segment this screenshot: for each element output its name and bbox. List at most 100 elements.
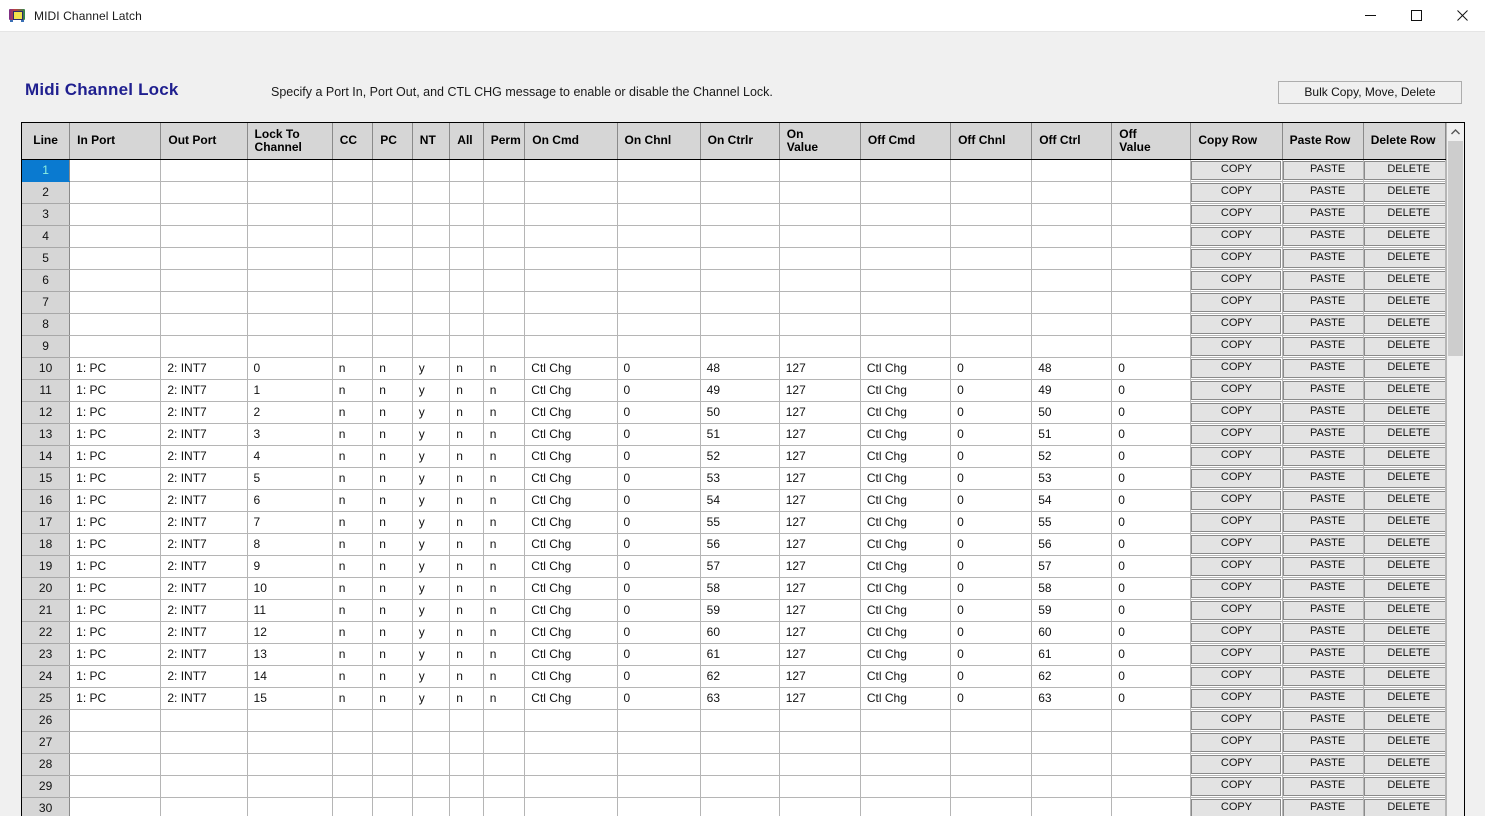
cell-out-port[interactable] <box>160 313 248 336</box>
cell-off-chnl[interactable]: 0 <box>950 643 1033 666</box>
cell-nt[interactable]: y <box>412 467 451 490</box>
cell-pc[interactable] <box>372 159 413 182</box>
cell-cc[interactable]: n <box>332 511 374 534</box>
cell-off-value[interactable]: 0 <box>1111 379 1192 402</box>
cell-perm[interactable]: n <box>483 401 526 424</box>
cell-off-chnl[interactable] <box>950 797 1033 816</box>
cell-on-ctrlr[interactable] <box>700 775 780 798</box>
scrollbar-thumb[interactable] <box>1448 141 1463 356</box>
cell-on-value[interactable]: 127 <box>779 599 861 622</box>
table-row[interactable]: 2 COPY PASTE DELETE <box>22 181 1446 204</box>
cell-on-value[interactable]: 127 <box>779 665 861 688</box>
row-header-line[interactable]: 28 <box>22 753 71 776</box>
cell-all[interactable]: n <box>449 489 484 512</box>
cell-perm[interactable]: n <box>483 357 526 380</box>
table-row[interactable]: 26 COPY PASTE DELETE <box>22 709 1446 732</box>
cell-on-cmd[interactable] <box>524 775 618 798</box>
paste-row-button[interactable]: PASTE <box>1282 160 1363 180</box>
cell-off-cmd[interactable]: Ctl Chg <box>860 357 952 380</box>
cell-off-chnl[interactable] <box>950 709 1033 732</box>
cell-perm[interactable]: n <box>483 621 526 644</box>
cell-nt[interactable]: y <box>412 379 451 402</box>
cell-off-ctrl[interactable] <box>1031 247 1113 270</box>
cell-perm[interactable] <box>483 731 526 754</box>
copy-row-button[interactable]: COPY <box>1191 380 1282 400</box>
cell-on-ctrlr[interactable]: 57 <box>700 555 780 578</box>
copy-row-button[interactable]: COPY <box>1191 182 1282 202</box>
cell-pc[interactable]: n <box>372 401 413 424</box>
cell-off-chnl[interactable]: 0 <box>950 467 1033 490</box>
cell-nt[interactable]: y <box>412 621 451 644</box>
cell-all[interactable]: n <box>449 445 484 468</box>
cell-cc[interactable]: n <box>332 643 374 666</box>
cell-all[interactable]: n <box>449 379 484 402</box>
delete-row-button[interactable]: DELETE <box>1363 226 1445 246</box>
cell-out-port[interactable] <box>160 269 248 292</box>
table-row[interactable]: 20 1: PC 2: INT7 10 n n y n n Ctl Chg 0 58 127 Ctl Ch… <box>22 577 1446 600</box>
cell-perm[interactable] <box>483 335 526 358</box>
column-header-lock-to-channel[interactable]: Lock To Channel <box>247 123 333 160</box>
cell-off-chnl[interactable] <box>950 313 1033 336</box>
cell-pc[interactable]: n <box>372 599 413 622</box>
cell-perm[interactable]: n <box>483 555 526 578</box>
cell-nt[interactable]: y <box>412 599 451 622</box>
cell-lock-to-channel[interactable] <box>247 203 333 226</box>
cell-nt[interactable]: y <box>412 555 451 578</box>
cell-out-port[interactable]: 2: INT7 <box>160 423 248 446</box>
cell-on-cmd[interactable]: Ctl Chg <box>524 379 618 402</box>
cell-off-chnl[interactable] <box>950 731 1033 754</box>
cell-off-ctrl[interactable]: 63 <box>1031 687 1113 710</box>
cell-off-ctrl[interactable]: 58 <box>1031 577 1113 600</box>
cell-perm[interactable]: n <box>483 511 526 534</box>
cell-on-value[interactable] <box>779 247 861 270</box>
cell-on-cmd[interactable]: Ctl Chg <box>524 687 618 710</box>
cell-on-cmd[interactable] <box>524 291 618 314</box>
copy-row-button[interactable]: COPY <box>1191 556 1282 576</box>
cell-out-port[interactable]: 2: INT7 <box>160 489 248 512</box>
cell-lock-to-channel[interactable]: 15 <box>247 687 333 710</box>
cell-off-cmd[interactable]: Ctl Chg <box>860 555 952 578</box>
copy-row-button[interactable]: COPY <box>1191 446 1282 466</box>
cell-on-ctrlr[interactable]: 56 <box>700 533 780 556</box>
cell-off-cmd[interactable] <box>860 335 952 358</box>
row-header-line[interactable]: 2 <box>22 181 71 204</box>
row-header-line[interactable]: 24 <box>22 665 71 688</box>
cell-lock-to-channel[interactable] <box>247 775 333 798</box>
cell-pc[interactable] <box>372 313 413 336</box>
cell-off-value[interactable] <box>1111 709 1192 732</box>
cell-off-chnl[interactable]: 0 <box>950 423 1033 446</box>
cell-nt[interactable]: y <box>412 401 451 424</box>
cell-off-chnl[interactable] <box>950 753 1033 776</box>
cell-out-port[interactable]: 2: INT7 <box>160 687 248 710</box>
cell-pc[interactable] <box>372 753 413 776</box>
cell-off-cmd[interactable]: Ctl Chg <box>860 621 952 644</box>
cell-nt[interactable] <box>412 269 451 292</box>
cell-lock-to-channel[interactable]: 2 <box>247 401 333 424</box>
copy-row-button[interactable]: COPY <box>1191 754 1282 774</box>
cell-on-ctrlr[interactable]: 51 <box>700 423 780 446</box>
cell-out-port[interactable]: 2: INT7 <box>160 555 248 578</box>
copy-row-button[interactable]: COPY <box>1191 512 1282 532</box>
cell-nt[interactable]: y <box>412 357 451 380</box>
table-row[interactable]: 28 COPY PASTE DELETE <box>22 753 1446 776</box>
column-header-line[interactable]: Line <box>22 123 71 160</box>
cell-off-chnl[interactable]: 0 <box>950 445 1033 468</box>
cell-pc[interactable] <box>372 335 413 358</box>
row-header-line[interactable]: 8 <box>22 313 71 336</box>
cell-off-value[interactable]: 0 <box>1111 555 1192 578</box>
cell-lock-to-channel[interactable]: 9 <box>247 555 333 578</box>
cell-nt[interactable]: y <box>412 665 451 688</box>
cell-on-value[interactable]: 127 <box>779 467 861 490</box>
cell-cc[interactable]: n <box>332 577 374 600</box>
cell-on-ctrlr[interactable]: 54 <box>700 489 780 512</box>
delete-row-button[interactable]: DELETE <box>1363 666 1445 686</box>
cell-off-cmd[interactable]: Ctl Chg <box>860 489 952 512</box>
cell-perm[interactable]: n <box>483 665 526 688</box>
column-header-all[interactable]: All <box>449 123 484 160</box>
cell-on-cmd[interactable] <box>524 181 618 204</box>
cell-off-cmd[interactable]: Ctl Chg <box>860 577 952 600</box>
cell-nt[interactable] <box>412 181 451 204</box>
row-header-line[interactable]: 21 <box>22 599 71 622</box>
cell-nt[interactable] <box>412 291 451 314</box>
cell-out-port[interactable] <box>160 181 248 204</box>
